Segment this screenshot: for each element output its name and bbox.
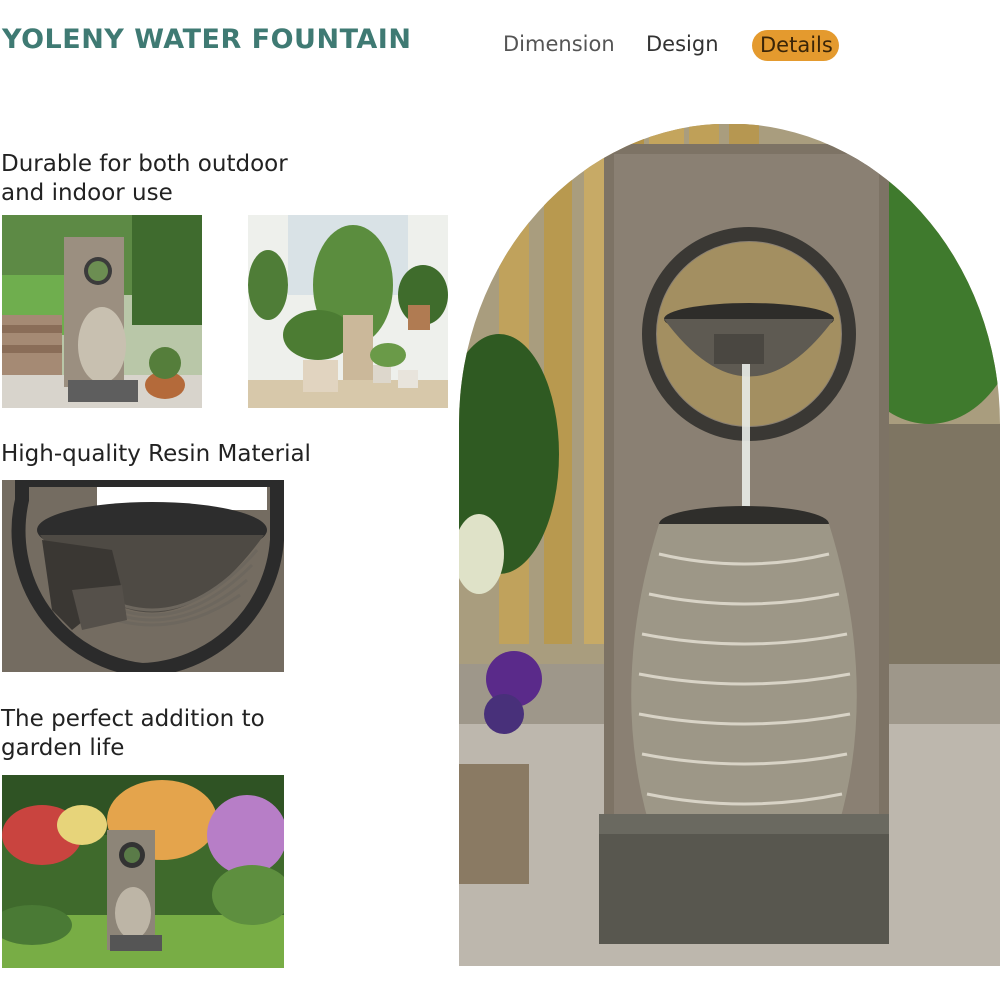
tab-design[interactable]: Design bbox=[646, 32, 719, 56]
outdoor-fountain-photo bbox=[2, 215, 202, 408]
feature-heading-line: High-quality Resin Material bbox=[1, 441, 311, 467]
tab-dimension[interactable]: Dimension bbox=[503, 32, 615, 56]
feature-heading-line: Durable for both outdoor bbox=[1, 151, 288, 177]
feature-heading-line: garden life bbox=[1, 735, 125, 761]
feature-heading-line: and indoor use bbox=[1, 180, 173, 206]
feature-heading-durable: Durable for both outdoor and indoor use bbox=[1, 150, 288, 208]
garden-fountain-photo bbox=[2, 775, 284, 968]
feature-heading-resin: High-quality Resin Material bbox=[1, 440, 311, 469]
brand-title: YOLENY WATER FOUNTAIN bbox=[2, 24, 412, 55]
feature-heading-garden: The perfect addition to garden life bbox=[1, 705, 265, 763]
feature-heading-line: The perfect addition to bbox=[1, 706, 265, 732]
fountain-main-photo bbox=[459, 124, 1000, 966]
resin-closeup-photo bbox=[2, 480, 284, 672]
tab-details[interactable]: Details bbox=[752, 30, 839, 61]
indoor-plants-photo bbox=[248, 215, 448, 408]
